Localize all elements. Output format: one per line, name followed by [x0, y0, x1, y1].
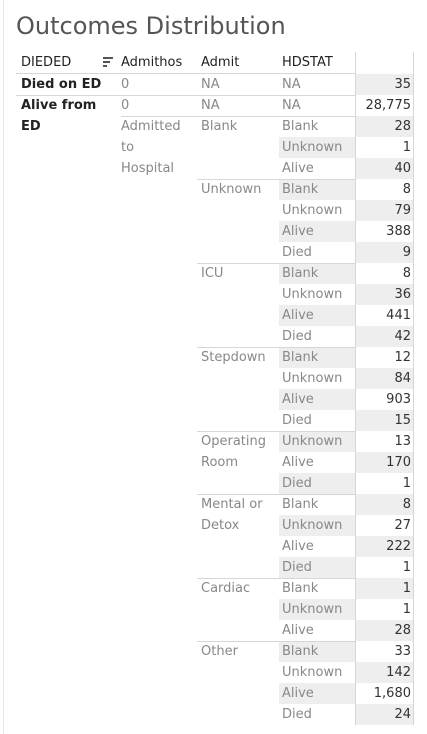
measure-value: 1 [402, 560, 411, 575]
measure-value: 84 [394, 371, 411, 386]
measure-value: 142 [386, 665, 411, 680]
admit-label: Unknown [201, 182, 262, 197]
sort-icon[interactable] [103, 57, 113, 69]
hdstat-label: Died [282, 560, 312, 575]
admit-label: Operating [201, 434, 266, 449]
hdstat-label: Alive [282, 392, 314, 407]
hdstat-label: Unknown [282, 518, 343, 533]
hdstat-label: Unknown [282, 287, 343, 302]
measure-value: 12 [394, 350, 411, 365]
hdstat-label: Alive [282, 623, 314, 638]
column-header-admit[interactable]: Admit [201, 52, 239, 74]
hdstat-label: Blank [282, 119, 319, 134]
admithos-label: 0 [121, 77, 130, 92]
admit-label: Mental or [201, 497, 263, 512]
dieded-label: Died on ED [21, 77, 102, 92]
hdstat-label: Alive [282, 161, 314, 176]
admithos-label: 0 [121, 98, 130, 113]
measure-value: 28 [394, 119, 411, 134]
hdstat-label: Blank [282, 266, 319, 281]
measure-value: 15 [394, 413, 411, 428]
admit-label: Stepdown [201, 350, 266, 365]
admit-label: Other [201, 644, 238, 659]
dieded-label: ED [21, 119, 41, 134]
admithos-label: Hospital [121, 161, 175, 176]
measure-value: 1 [402, 476, 411, 491]
measure-value: 1 [402, 602, 411, 617]
measure-value: 24 [394, 707, 411, 722]
dieded-label: Alive from [21, 98, 97, 113]
measure-value: 388 [386, 224, 411, 239]
measure-value: 42 [394, 329, 411, 344]
hdstat-label: Alive [282, 455, 314, 470]
measure-value: 40 [394, 161, 411, 176]
hdstat-label: Alive [282, 308, 314, 323]
measure-value: 79 [394, 203, 411, 218]
admit-label: Room [201, 455, 239, 470]
measure-value: 13 [394, 434, 411, 449]
hdstat-label: Unknown [282, 434, 343, 449]
measure-value: 35 [394, 77, 411, 92]
hdstat-label: Died [282, 329, 312, 344]
measure-value: 903 [386, 392, 411, 407]
hdstat-label: Unknown [282, 140, 343, 155]
measure-value: 8 [402, 266, 411, 281]
column-header-dieded[interactable]: DIEDED [21, 52, 71, 74]
hdstat-label: Blank [282, 182, 319, 197]
hdstat-label: Blank [282, 350, 319, 365]
measure-value: 170 [386, 455, 411, 470]
admit-label: Cardiac [201, 581, 251, 596]
measure-value: 9 [402, 245, 411, 260]
admit-label: NA [201, 77, 220, 92]
right-border [413, 52, 414, 725]
admit-label: Detox [201, 518, 240, 533]
column-header-hdstat[interactable]: HDSTAT [282, 52, 333, 74]
hdstat-label: Died [282, 245, 312, 260]
hdstat-label: Unknown [282, 203, 343, 218]
left-border [3, 0, 4, 734]
hdstat-label: Alive [282, 686, 314, 701]
hdstat-label: Alive [282, 224, 314, 239]
measure-value: 8 [402, 182, 411, 197]
hdstat-label: Died [282, 707, 312, 722]
hdstat-label: Blank [282, 497, 319, 512]
admit-label: ICU [201, 266, 224, 281]
admithos-label: Admitted [121, 119, 181, 134]
measure-value: 28,775 [365, 98, 412, 113]
hdstat-label: Alive [282, 539, 314, 554]
admithos-label: to [121, 140, 135, 155]
measure-value: 36 [394, 287, 411, 302]
hdstat-label: Unknown [282, 665, 343, 680]
measure-value: 222 [386, 539, 411, 554]
hdstat-label: NA [282, 77, 301, 92]
column-header-admithos[interactable]: Admithos [121, 52, 182, 74]
hdstat-label: Died [282, 476, 312, 491]
admit-label: NA [201, 98, 220, 113]
admit-label: Blank [201, 119, 238, 134]
measure-value: 8 [402, 497, 411, 512]
measure-value: 1 [402, 581, 411, 596]
measure-value: 27 [394, 518, 411, 533]
hdstat-label: Died [282, 413, 312, 428]
hdstat-label: Blank [282, 581, 319, 596]
hdstat-label: Blank [282, 644, 319, 659]
page-title: Outcomes Distribution [16, 12, 286, 40]
hdstat-label: Unknown [282, 602, 343, 617]
measure-value: 33 [394, 644, 411, 659]
measure-value: 1,680 [373, 686, 411, 701]
measure-value: 1 [402, 140, 411, 155]
measure-value: 441 [386, 308, 411, 323]
measure-value: 28 [394, 623, 411, 638]
hdstat-label: NA [282, 98, 301, 113]
hdstat-label: Unknown [282, 371, 343, 386]
